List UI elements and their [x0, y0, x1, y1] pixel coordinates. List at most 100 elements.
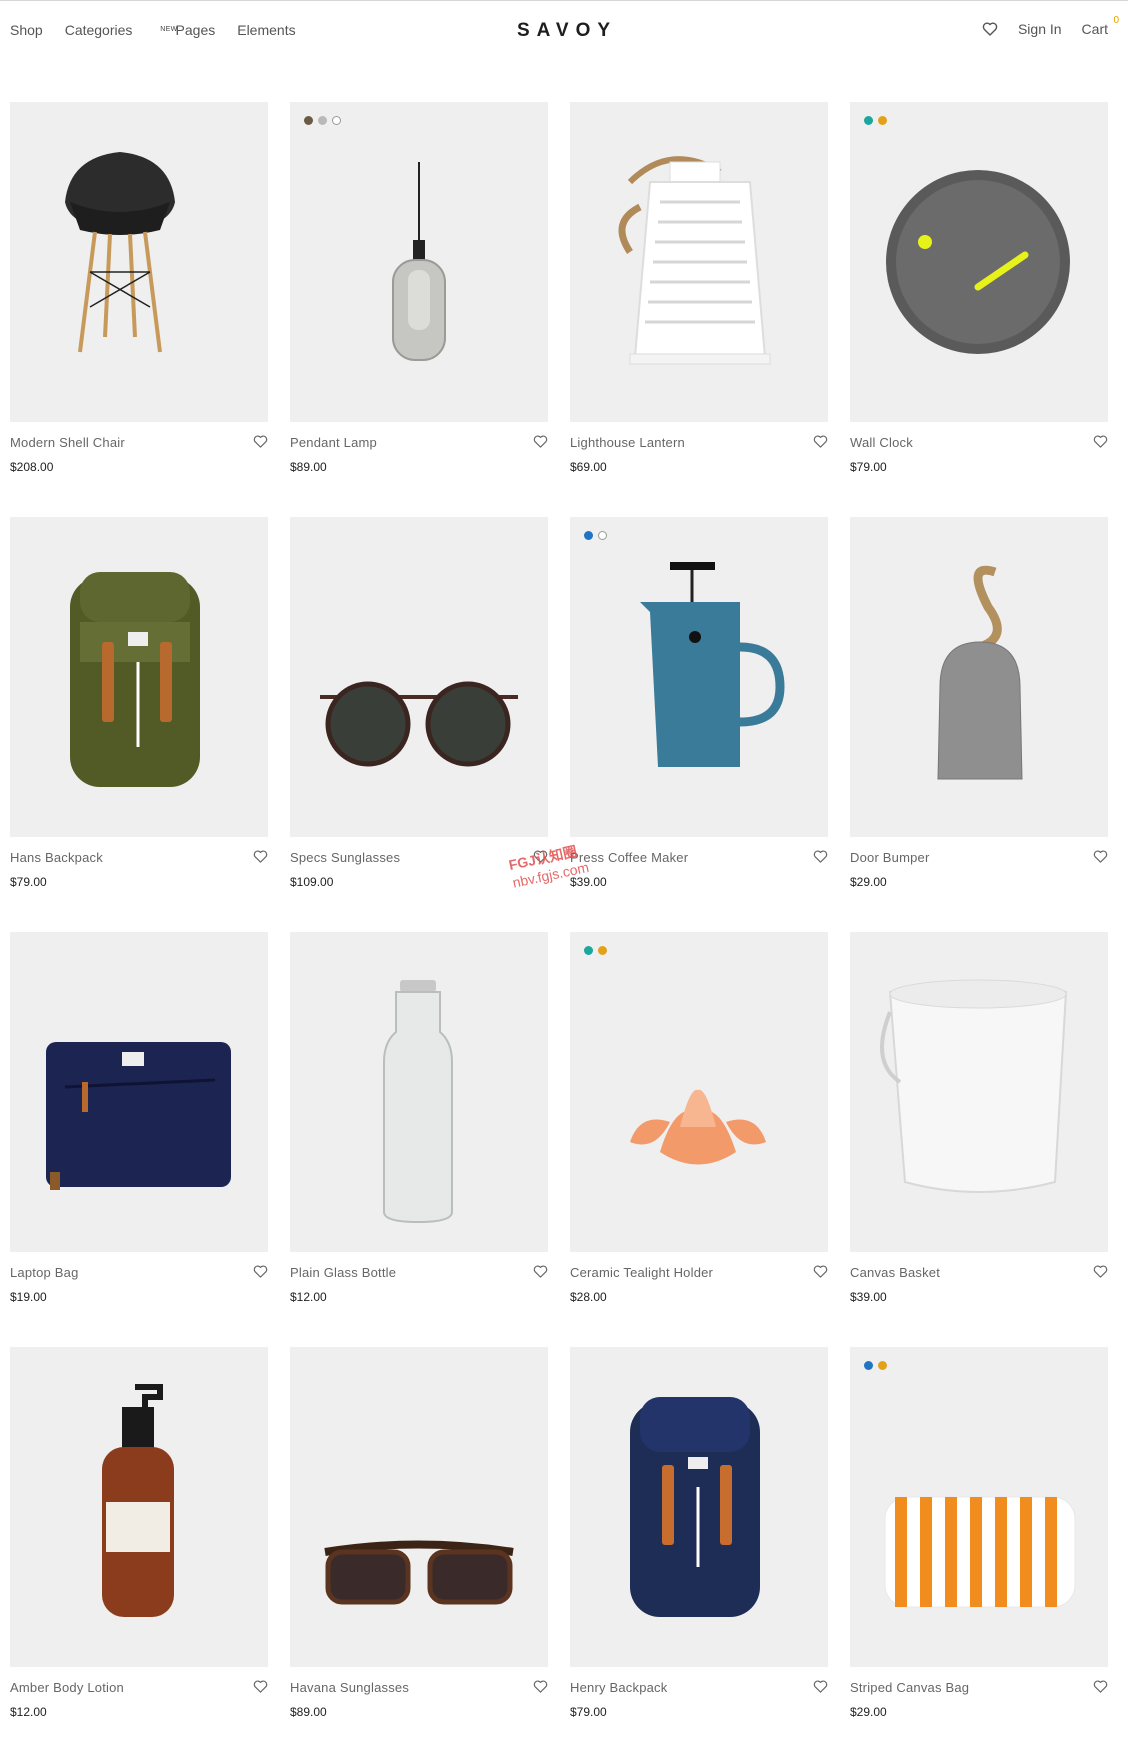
product-price: $79.00	[10, 875, 47, 889]
product-price: $89.00	[290, 1705, 327, 1719]
color-swatch[interactable]	[318, 116, 327, 125]
color-swatch[interactable]	[864, 1361, 873, 1370]
sign-in-link[interactable]: Sign In	[1018, 21, 1062, 37]
product-price: $39.00	[850, 1290, 887, 1304]
add-to-wishlist-heart-icon[interactable]	[533, 1679, 548, 1694]
backpack-green-icon	[70, 572, 200, 787]
product-price: $69.00	[570, 460, 607, 474]
product-image[interactable]	[290, 517, 548, 837]
add-to-wishlist-heart-icon[interactable]	[1093, 434, 1108, 449]
product-price: $79.00	[850, 460, 887, 474]
door-bumper-icon	[937, 565, 1023, 780]
add-to-wishlist-heart-icon[interactable]	[253, 434, 268, 449]
product-title[interactable]: Specs Sunglasses	[290, 850, 400, 865]
add-to-wishlist-heart-icon[interactable]	[1093, 1679, 1108, 1694]
color-swatch[interactable]	[878, 1361, 887, 1370]
add-to-wishlist-heart-icon[interactable]	[813, 1679, 828, 1694]
wishlist-heart-icon[interactable]	[982, 21, 998, 37]
product-title[interactable]: Modern Shell Chair	[10, 435, 125, 450]
add-to-wishlist-heart-icon[interactable]	[253, 849, 268, 864]
coffee-press-icon	[640, 562, 785, 767]
product-image[interactable]	[850, 102, 1108, 422]
product-image[interactable]	[290, 1347, 548, 1667]
product-meta: Amber Body Lotion $12.00	[10, 1667, 268, 1727]
product-image[interactable]	[10, 102, 268, 422]
tealight-icon	[630, 1089, 766, 1165]
product-title[interactable]: Havana Sunglasses	[290, 1680, 409, 1695]
product-title[interactable]: Wall Clock	[850, 435, 913, 450]
cart-link[interactable]: Cart 0	[1081, 15, 1119, 37]
backpack-navy-icon	[630, 1397, 760, 1617]
product-title[interactable]: Striped Canvas Bag	[850, 1680, 969, 1695]
product-image[interactable]	[850, 517, 1108, 837]
chair-icon	[65, 152, 175, 353]
product-card: Door Bumper $29.00	[850, 517, 1108, 932]
product-card: Hans Backpack $79.00	[10, 517, 268, 932]
color-swatch[interactable]	[878, 116, 887, 125]
cart-label: Cart	[1081, 21, 1108, 37]
lamp-icon	[392, 162, 446, 361]
product-card: Laptop Bag $19.00	[10, 932, 268, 1347]
product-meta: Striped Canvas Bag $29.00	[850, 1667, 1108, 1727]
product-image[interactable]	[570, 517, 828, 837]
product-meta: Canvas Basket $39.00	[850, 1252, 1108, 1312]
color-swatch[interactable]	[584, 531, 593, 540]
product-image[interactable]	[10, 932, 268, 1252]
product-meta: Modern Shell Chair $208.00	[10, 422, 268, 482]
product-image[interactable]	[290, 102, 548, 422]
color-swatch[interactable]	[598, 531, 607, 540]
product-card: Striped Canvas Bag $29.00	[850, 1347, 1108, 1762]
color-swatch[interactable]	[598, 946, 607, 955]
site-logo[interactable]: SAVOY	[0, 20, 1128, 42]
product-meta: Laptop Bag $19.00	[10, 1252, 268, 1312]
product-image[interactable]	[850, 1347, 1108, 1667]
product-title[interactable]: Pendant Lamp	[290, 435, 377, 450]
product-title[interactable]: Canvas Basket	[850, 1265, 940, 1280]
add-to-wishlist-heart-icon[interactable]	[1093, 1264, 1108, 1279]
product-title[interactable]: Door Bumper	[850, 850, 930, 865]
add-to-wishlist-heart-icon[interactable]	[253, 1264, 268, 1279]
product-title[interactable]: Plain Glass Bottle	[290, 1265, 396, 1280]
color-swatches	[584, 946, 607, 955]
product-image[interactable]	[290, 932, 548, 1252]
add-to-wishlist-heart-icon[interactable]	[253, 1679, 268, 1694]
product-card: Lighthouse Lantern $69.00	[570, 102, 828, 517]
product-image[interactable]	[850, 932, 1108, 1252]
product-image[interactable]	[570, 102, 828, 422]
product-title[interactable]: Laptop Bag	[10, 1265, 79, 1280]
bottle-icon	[383, 980, 453, 1224]
add-to-wishlist-heart-icon[interactable]	[813, 849, 828, 864]
product-title[interactable]: Amber Body Lotion	[10, 1680, 124, 1695]
add-to-wishlist-heart-icon[interactable]	[533, 1264, 548, 1279]
add-to-wishlist-heart-icon[interactable]	[533, 434, 548, 449]
product-title[interactable]: Ceramic Tealight Holder	[570, 1265, 713, 1280]
product-price: $29.00	[850, 875, 887, 889]
color-swatches	[584, 531, 607, 540]
product-price: $109.00	[290, 875, 334, 889]
color-swatch[interactable]	[304, 116, 313, 125]
product-price: $29.00	[850, 1705, 887, 1719]
add-to-wishlist-heart-icon[interactable]	[813, 434, 828, 449]
color-swatches	[304, 116, 341, 125]
product-title[interactable]: Henry Backpack	[570, 1680, 667, 1695]
color-swatch[interactable]	[864, 116, 873, 125]
product-title[interactable]: Lighthouse Lantern	[570, 435, 685, 450]
product-image[interactable]	[10, 1347, 268, 1667]
product-image[interactable]	[570, 932, 828, 1252]
product-title[interactable]: Hans Backpack	[10, 850, 103, 865]
product-image[interactable]	[570, 1347, 828, 1667]
color-swatches	[864, 1361, 887, 1370]
product-meta: Hans Backpack $79.00	[10, 837, 268, 897]
add-to-wishlist-heart-icon[interactable]	[813, 1264, 828, 1279]
lantern-icon	[618, 156, 771, 365]
product-price: $12.00	[10, 1705, 47, 1719]
product-card: Henry Backpack $79.00	[570, 1347, 828, 1762]
color-swatch[interactable]	[584, 946, 593, 955]
lotion-icon	[102, 1384, 174, 1617]
product-meta: Press Coffee Maker $39.00	[570, 837, 828, 897]
product-card: Havana Sunglasses $89.00	[290, 1347, 548, 1762]
color-swatch[interactable]	[332, 116, 341, 125]
product-meta: Door Bumper $29.00	[850, 837, 1108, 897]
product-image[interactable]	[10, 517, 268, 837]
add-to-wishlist-heart-icon[interactable]	[1093, 849, 1108, 864]
